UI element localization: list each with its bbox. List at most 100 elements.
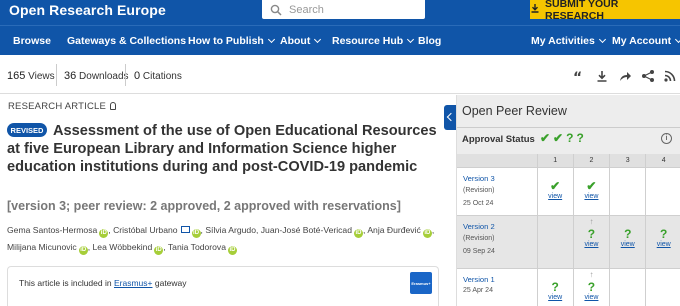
- download-icon[interactable]: [595, 69, 609, 83]
- nav-gateways-collections[interactable]: Gateways & Collections: [67, 35, 186, 47]
- version-row: Version 3 (Revision) 25 Oct 24 ✔ view ✔ vi…: [457, 167, 680, 216]
- approval-status-label: Approval Status: [462, 134, 535, 145]
- social-share-icon[interactable]: [641, 69, 655, 83]
- search-input[interactable]: Search: [262, 0, 425, 19]
- view-report-link[interactable]: view: [574, 240, 609, 250]
- citations-metric[interactable]: 0 Citations: [134, 70, 182, 82]
- author-name[interactable]: Tania Todorova: [168, 242, 226, 252]
- erasmus-logo[interactable]: Erasmus+: [410, 272, 432, 294]
- reservations-icon: ?: [624, 226, 632, 241]
- info-icon[interactable]: i: [661, 133, 672, 144]
- reservations-icon: ?: [587, 279, 596, 294]
- peer-review-panel: Open Peer Review Approval Status ✔✔?? i …: [456, 95, 680, 306]
- downloads-metric: 36 Downloads: [64, 70, 129, 82]
- view-report-link[interactable]: view: [538, 293, 573, 303]
- version-cell: Version 1 25 Apr 24: [457, 268, 537, 306]
- divider: [56, 64, 57, 86]
- version-date: 09 Sep 24: [463, 247, 495, 255]
- quote-icon[interactable]: “: [572, 69, 586, 86]
- version-link[interactable]: Version 3: [463, 173, 537, 184]
- nav-browse[interactable]: Browse: [13, 35, 51, 47]
- version-link[interactable]: Version 2: [463, 221, 537, 232]
- article-title: Assessment of the use of Open Educationa…: [7, 123, 437, 176]
- grid-corner: [457, 154, 537, 168]
- version-row: Version 2 (Revision) 09 Sep 24 ↑? view ? v…: [457, 215, 680, 269]
- reservations-icon: ?: [587, 226, 596, 241]
- arrow-up-icon: ↑: [589, 269, 594, 279]
- view-report-link[interactable]: view: [574, 293, 609, 303]
- share-icon[interactable]: [618, 69, 632, 83]
- review-cell[interactable]: ✔ view: [572, 167, 610, 216]
- svg-text:“: “: [573, 70, 582, 83]
- view-report-link[interactable]: view: [610, 240, 645, 250]
- review-cell[interactable]: ? view: [609, 215, 646, 269]
- reviewer-column-header: 3: [609, 154, 646, 168]
- download-icon: [530, 3, 540, 16]
- metrics-bar: 165 Views 36 Downloads 0 Citations “: [0, 56, 680, 94]
- nav-my-activities[interactable]: My Activities: [531, 35, 606, 47]
- divider: [125, 64, 126, 86]
- view-report-link[interactable]: view: [646, 240, 680, 250]
- version-link[interactable]: Version 1: [463, 274, 537, 285]
- gateway-box: This article is included in Erasmus+ gat…: [7, 266, 439, 306]
- rss-icon[interactable]: [663, 69, 677, 83]
- author-name[interactable]: Sílvia Argudo: [205, 225, 256, 235]
- reservations-icon: ?: [660, 226, 668, 241]
- view-report-link[interactable]: view: [538, 192, 573, 202]
- author-name[interactable]: Lea Wöbbekind: [93, 242, 153, 252]
- nav-about[interactable]: About: [280, 35, 322, 47]
- gateway-text: This article is included in Erasmus+ gat…: [19, 278, 187, 288]
- orcid-icon[interactable]: iD: [78, 246, 88, 255]
- review-cell[interactable]: ? view: [536, 268, 574, 306]
- author-name[interactable]: Juan-José Boté-Vericad: [261, 225, 352, 235]
- review-cell: [645, 167, 680, 216]
- orcid-icon[interactable]: iD: [191, 229, 201, 238]
- approved-check-icon: ✔: [550, 178, 561, 193]
- site-logo[interactable]: Open Research Europe: [9, 2, 166, 18]
- nav-how-to-publish[interactable]: How to Publish: [188, 35, 275, 47]
- arrow-up-icon: ↑: [589, 216, 594, 226]
- version-date: 25 Apr 24: [463, 286, 493, 294]
- reviewer-column-header: 2: [572, 154, 610, 168]
- chevron-down-icon: [267, 35, 275, 44]
- review-cell[interactable]: ? view: [645, 215, 680, 269]
- review-cell[interactable]: ↑? view: [572, 215, 610, 269]
- nav-resource-hub[interactable]: Resource Hub: [332, 35, 415, 47]
- approval-status: Approval Status ✔✔?? i: [457, 127, 680, 151]
- review-cell[interactable]: ↑? view: [572, 268, 610, 306]
- peer-review-title: Open Peer Review: [462, 104, 567, 118]
- version-row: Version 1 25 Apr 24 ? view ↑? view: [457, 268, 680, 306]
- submit-research-button[interactable]: SUBMIT YOUR RESEARCH: [530, 0, 680, 22]
- collapse-panel-button[interactable]: [444, 105, 456, 130]
- orcid-icon[interactable]: iD: [354, 229, 363, 238]
- version-note: (Revision): [463, 234, 495, 242]
- reviewer-column-header: 4: [645, 154, 680, 168]
- author-name[interactable]: Gema Santos-Hermosa: [7, 225, 97, 235]
- chevron-down-icon: [675, 35, 680, 44]
- review-cell[interactable]: ✔ view: [536, 167, 574, 216]
- gateway-link[interactable]: Erasmus+: [114, 278, 153, 288]
- email-icon[interactable]: [180, 226, 190, 233]
- reservations-icon: ?: [551, 279, 559, 294]
- nav-my-account[interactable]: My Account: [612, 35, 680, 47]
- view-report-link[interactable]: view: [574, 192, 609, 202]
- review-cell: [645, 268, 680, 306]
- review-cell: [536, 215, 574, 269]
- submit-research-label: SUBMIT YOUR RESEARCH: [545, 0, 619, 22]
- orcid-icon[interactable]: iD: [422, 229, 432, 238]
- review-grid: 1 2 3 4 Version 3 (Revision) 25 Oct 24 ✔…: [457, 154, 680, 306]
- version-cell: Version 2 (Revision) 09 Sep 24: [457, 215, 537, 269]
- author-name[interactable]: Milijana Micunovic: [7, 242, 77, 252]
- review-cell: [609, 167, 646, 216]
- search-placeholder: Search: [289, 3, 324, 16]
- views-metric: 165 Views: [7, 70, 55, 82]
- author-name[interactable]: Cristóbal Urbano: [113, 225, 177, 235]
- review-cell: [609, 268, 646, 306]
- chevron-down-icon: [407, 35, 415, 44]
- orcid-icon[interactable]: iD: [154, 246, 164, 255]
- orcid-icon[interactable]: iD: [99, 229, 109, 238]
- nav-blog[interactable]: Blog: [418, 35, 441, 47]
- top-header: Open Research Europe Search SUBMIT YOUR …: [0, 0, 680, 25]
- author-name[interactable]: Anja Đurđević: [367, 225, 421, 235]
- orcid-icon[interactable]: iD: [228, 246, 238, 255]
